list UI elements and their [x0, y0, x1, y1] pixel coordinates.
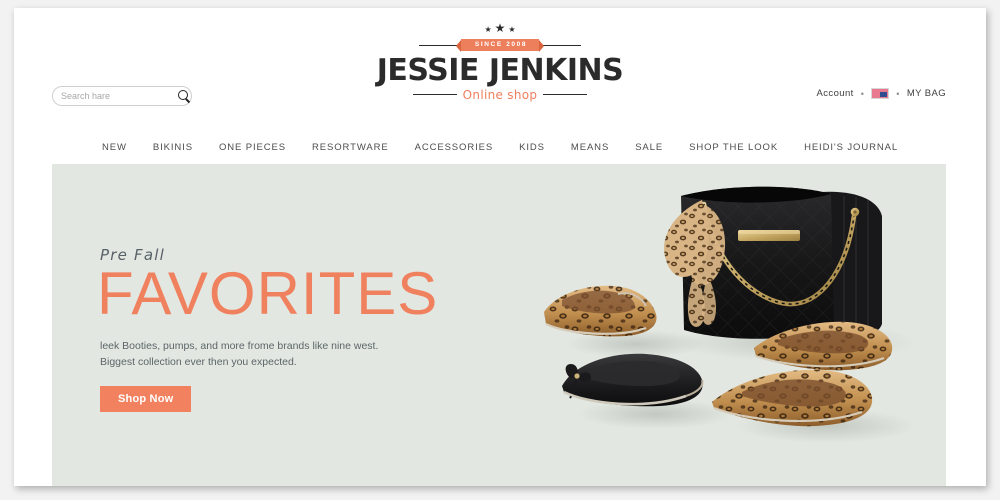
subtitle-rule-right	[543, 93, 588, 96]
search-icon[interactable]	[178, 90, 190, 102]
hero-description-line-2: Biggest collection ever then you expecte…	[100, 356, 297, 369]
search-box[interactable]	[52, 86, 192, 106]
nav-item-shop-the-look[interactable]: SHOP THE LOOK	[689, 142, 778, 153]
page-frame: ★ ★ ★ SINCE 2008 JESSIE JENKINS Online s…	[14, 8, 986, 486]
hero-copy-block: Pre Fall FAVORITES leek Booties, pumps, …	[97, 246, 520, 413]
logo-ribbon-row: SINCE 2008	[350, 36, 650, 54]
ribbon-rule-left	[418, 44, 459, 46]
black-ballet-flat	[562, 353, 704, 407]
handbag	[664, 186, 882, 341]
star-icon: ★	[494, 21, 506, 35]
hero-description: leek Booties, pumps, and more frome bran…	[100, 338, 520, 371]
nav-item-new[interactable]: NEW	[102, 142, 127, 153]
my-bag-link[interactable]: MY BAG	[907, 88, 946, 99]
subtitle-rule-left	[412, 93, 457, 96]
site-logo[interactable]: ★ ★ ★ SINCE 2008 JESSIE JENKINS Online s…	[350, 20, 650, 102]
nav-item-kids[interactable]: KIDS	[519, 142, 545, 153]
shop-now-button[interactable]: Shop Now	[100, 386, 192, 413]
nav-item-means[interactable]: MEANS	[571, 142, 609, 153]
nav-item-heidis-journal[interactable]: HEIDI'S JOURNAL	[804, 142, 898, 153]
nav-item-bikinis[interactable]: BIKINIS	[153, 142, 193, 153]
logo-subtitle-row: Online shop	[350, 88, 650, 102]
logo-stars: ★ ★ ★	[350, 20, 650, 34]
separator-dot: •	[860, 88, 865, 99]
star-icon: ★	[484, 25, 492, 34]
separator-dot: •	[896, 88, 900, 99]
since-ribbon: SINCE 2008	[455, 38, 545, 52]
nav-item-resortware[interactable]: RESORTWARE	[312, 142, 389, 153]
account-area: Account • • MY BAG	[817, 88, 946, 99]
nav-item-one-pieces[interactable]: ONE PIECES	[219, 142, 286, 153]
leopard-pointed-flat-front	[712, 369, 873, 427]
hero-banner: Pre Fall FAVORITES leek Booties, pumps, …	[52, 164, 946, 486]
logo-brand-name: JESSIE JENKINS	[376, 53, 624, 88]
nav-item-accessories[interactable]: ACCESSORIES	[415, 142, 494, 153]
ribbon-rule-right	[541, 44, 582, 46]
star-icon: ★	[508, 25, 516, 34]
country-flag-icon[interactable]	[871, 88, 890, 99]
nav-item-sale[interactable]: SALE	[635, 142, 663, 153]
logo-subtitle: Online shop	[462, 87, 538, 102]
hero-description-line-1: leek Booties, pumps, and more frome bran…	[100, 339, 379, 352]
leopard-ballet-flat	[544, 285, 657, 337]
main-navigation: NEW BIKINIS ONE PIECES RESORTWARE ACCESS…	[14, 130, 986, 164]
hero-product-photo	[526, 164, 946, 486]
hero-title: FAVORITES	[97, 260, 439, 327]
site-header: ★ ★ ★ SINCE 2008 JESSIE JENKINS Online s…	[14, 8, 986, 130]
search-input[interactable]	[61, 91, 178, 101]
account-link[interactable]: Account	[817, 88, 854, 99]
